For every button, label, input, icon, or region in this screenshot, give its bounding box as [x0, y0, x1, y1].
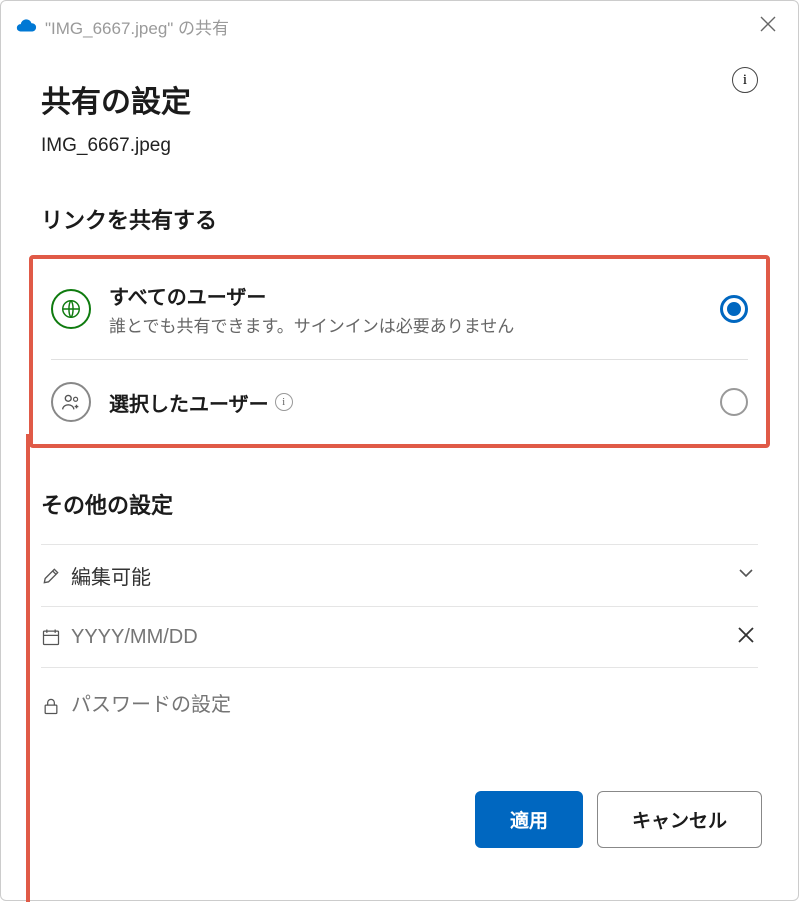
globe-icon	[51, 289, 91, 329]
option-selected-users-text: 選択したユーザー i	[109, 388, 720, 417]
expiry-date-input[interactable]	[71, 626, 734, 649]
option-everyone-desc: 誰とでも共有できます。サインインは必要ありません	[109, 312, 720, 337]
permission-dropdown[interactable]: 編集可能	[41, 544, 758, 607]
titlebar: "IMG_6667.jpeg" の共有	[1, 1, 798, 47]
link-share-heading: リンクを共有する	[41, 203, 758, 235]
radio-everyone[interactable]	[720, 295, 748, 323]
password-row[interactable]	[41, 668, 758, 733]
calendar-icon	[41, 627, 71, 647]
people-icon	[51, 382, 91, 422]
share-settings-dialog: "IMG_6667.jpeg" の共有 i 共有の設定 IMG_6667.jpe…	[0, 0, 799, 901]
other-settings-heading: その他の設定	[41, 488, 758, 520]
permission-value: 編集可能	[71, 561, 734, 590]
cancel-button[interactable]: キャンセル	[597, 791, 762, 848]
apply-button[interactable]: 適用	[475, 791, 583, 848]
info-icon[interactable]: i	[732, 67, 758, 93]
option-selected-users-label: 選択したユーザー	[109, 388, 269, 417]
button-row: 適用 キャンセル	[475, 791, 762, 848]
annotation-line	[26, 434, 30, 902]
onedrive-cloud-icon	[15, 15, 37, 37]
option-everyone-text: すべてのユーザー 誰とでも共有できます。サインインは必要ありません	[109, 281, 720, 337]
option-everyone-title: すべてのユーザー	[109, 281, 720, 310]
info-small-icon[interactable]: i	[275, 393, 293, 411]
page-title: 共有の設定	[41, 77, 758, 121]
titlebar-text: "IMG_6667.jpeg" の共有	[45, 14, 756, 39]
lock-icon	[41, 696, 71, 716]
filename-label: IMG_6667.jpeg	[41, 135, 758, 157]
other-settings-list: 編集可能	[41, 544, 758, 733]
option-selected-users-title: 選択したユーザー i	[109, 388, 720, 417]
radio-selected-users[interactable]	[720, 388, 748, 416]
clear-date-icon[interactable]	[734, 623, 758, 651]
expiry-date-row[interactable]	[41, 607, 758, 668]
option-everyone[interactable]: すべてのユーザー 誰とでも共有できます。サインインは必要ありません	[33, 259, 766, 359]
password-input[interactable]	[71, 694, 758, 717]
close-icon[interactable]	[756, 13, 780, 39]
pencil-icon	[41, 566, 71, 586]
option-selected-users[interactable]: 選択したユーザー i	[33, 360, 766, 444]
content-area: i 共有の設定 IMG_6667.jpeg リンクを共有する すべてのユーザー …	[1, 47, 798, 733]
chevron-down-icon	[734, 564, 758, 588]
link-options-highlight: すべてのユーザー 誰とでも共有できます。サインインは必要ありません 選択したユー…	[29, 255, 770, 448]
